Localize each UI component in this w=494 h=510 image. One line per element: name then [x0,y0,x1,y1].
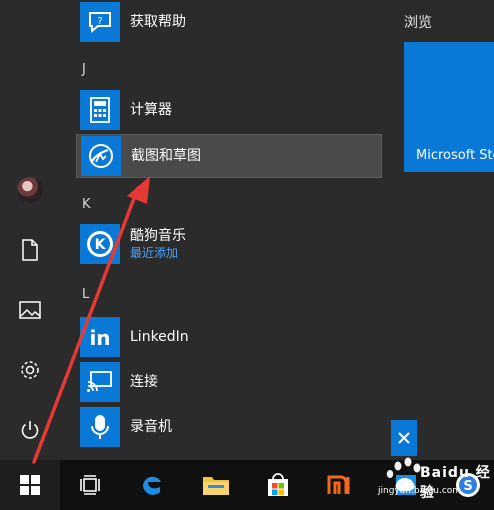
microsoft-store-tile[interactable]: Microsoft Store [404,42,494,172]
app-item-kugou-music[interactable]: K 酷狗音乐 最近添加 [76,222,382,266]
section-letter-j[interactable]: J [82,62,86,77]
app-name: 计算器 [130,102,172,118]
app-item-linkedin[interactable]: in LinkedIn [76,315,382,359]
app-name: 录音机 [130,419,172,435]
user-avatar-button[interactable] [0,167,60,213]
app-name: 连接 [130,374,158,390]
windows-logo-icon [20,475,40,495]
picture-icon [19,301,41,319]
app-list: ? 获取帮助 J 计算器 截图和草图 K K 酷狗音乐 最近添加 L in Li… [60,0,390,460]
linkedin-tile: in [80,317,120,357]
avatar [17,177,43,203]
app-item-snip-sketch[interactable]: 截图和草图 [76,134,382,178]
start-button[interactable] [0,460,60,510]
mi-app-button[interactable] [318,460,362,510]
store-bag-icon [268,473,288,496]
pictures-button[interactable] [0,287,60,333]
kugou-tile: K [80,224,120,264]
svg-text:?: ? [97,16,102,27]
app-name: 获取帮助 [130,14,186,30]
power-icon [21,421,39,439]
voice-recorder-tile [80,407,120,447]
cast-icon [87,371,112,392]
tile-group-title: 浏览 [404,15,432,31]
settings-button[interactable] [0,347,60,393]
svg-text:in: in [89,326,110,350]
file-explorer-button[interactable] [194,460,238,510]
start-left-rail [0,0,60,460]
edge-icon [143,476,161,495]
store-tile-label: Microsoft Store [416,148,494,163]
store-button[interactable] [256,460,300,510]
app-item-connect[interactable]: 连接 [76,360,382,404]
app-name: 酷狗音乐 [130,228,186,244]
app-name: LinkedIn [130,329,189,345]
watermark-url: jingyan.baidu.com [378,486,462,496]
calculator-icon [90,97,110,123]
mi-logo-icon [327,475,350,494]
task-view-icon [80,475,100,495]
snip-sketch-icon [89,144,113,168]
edge-button[interactable] [130,460,174,510]
small-tile[interactable] [391,420,417,456]
connect-tile [80,362,120,402]
section-letter-k[interactable]: K [82,197,91,212]
microphone-icon [91,415,109,439]
task-view-button[interactable] [68,460,112,510]
recently-added-label: 最近添加 [130,246,179,260]
snip-sketch-tile [81,136,121,176]
linkedin-icon: in [89,326,110,350]
app-item-get-help[interactable]: ? 获取帮助 [76,0,382,44]
close-x-icon [398,432,410,444]
watermark-text: Baidu 经验 [420,465,491,501]
app-item-voice-recorder[interactable]: 录音机 [76,405,382,449]
get-help-tile: ? [80,2,120,42]
app-name: 截图和草图 [131,148,201,164]
section-letter-l[interactable]: L [82,287,89,302]
svg-text:K: K [95,237,107,253]
documents-button[interactable] [0,227,60,273]
app-item-calculator[interactable]: 计算器 [76,88,382,132]
kugou-icon: K [87,231,113,257]
folder-icon [203,477,229,495]
gear-icon [21,361,39,379]
help-chat-icon: ? [89,12,111,34]
calculator-tile [80,90,120,130]
document-icon [22,239,38,261]
power-button[interactable] [0,407,60,453]
